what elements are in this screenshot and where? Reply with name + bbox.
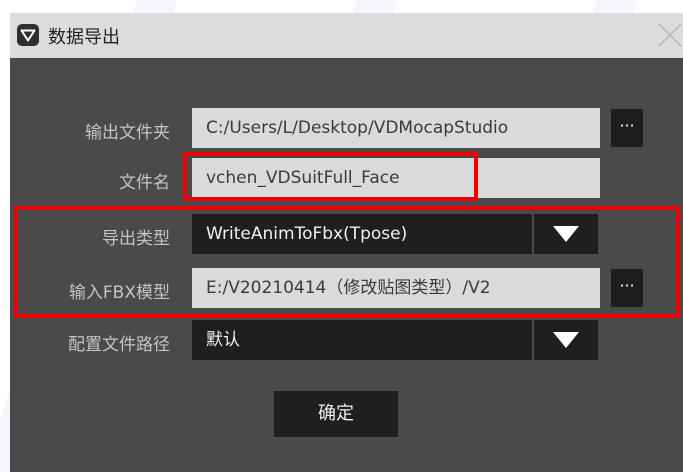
input-fbx-field[interactable]: E:/V20210414（修改贴图类型）/V2 [192, 268, 600, 308]
chevron-down-icon [553, 226, 579, 242]
close-icon[interactable] [656, 21, 683, 49]
chevron-down-icon [553, 332, 579, 348]
window-title: 数据导出 [48, 27, 120, 48]
export-type-select[interactable]: WriteAnimToFbx(Tpose) [192, 214, 532, 254]
title-bar: 数据导出 [10, 13, 683, 58]
file-name-label: 文件名 [119, 173, 170, 193]
file-name-field[interactable]: vchen_VDSuitFull_Face [192, 158, 600, 198]
browse-input-fbx-button[interactable]: ··· [611, 269, 643, 307]
export-type-dropdown-button[interactable] [534, 214, 598, 254]
output-folder-field[interactable]: C:/Users/L/Desktop/VDMocapStudio [192, 108, 600, 148]
config-path-label: 配置文件路径 [68, 335, 170, 355]
export-type-label: 导出类型 [102, 229, 170, 249]
config-path-dropdown-button[interactable] [534, 320, 598, 360]
export-dialog: 数据导出 输出文件夹 C:/Users/L/Desktop/VDMocapStu… [10, 13, 683, 472]
browse-output-folder-button[interactable]: ··· [611, 109, 643, 147]
input-fbx-label: 输入FBX模型 [68, 283, 170, 303]
config-path-select[interactable]: 默认 [192, 320, 532, 360]
app-logo-icon [17, 24, 39, 46]
output-folder-label: 输出文件夹 [85, 123, 170, 143]
confirm-button[interactable]: 确定 [274, 391, 398, 437]
